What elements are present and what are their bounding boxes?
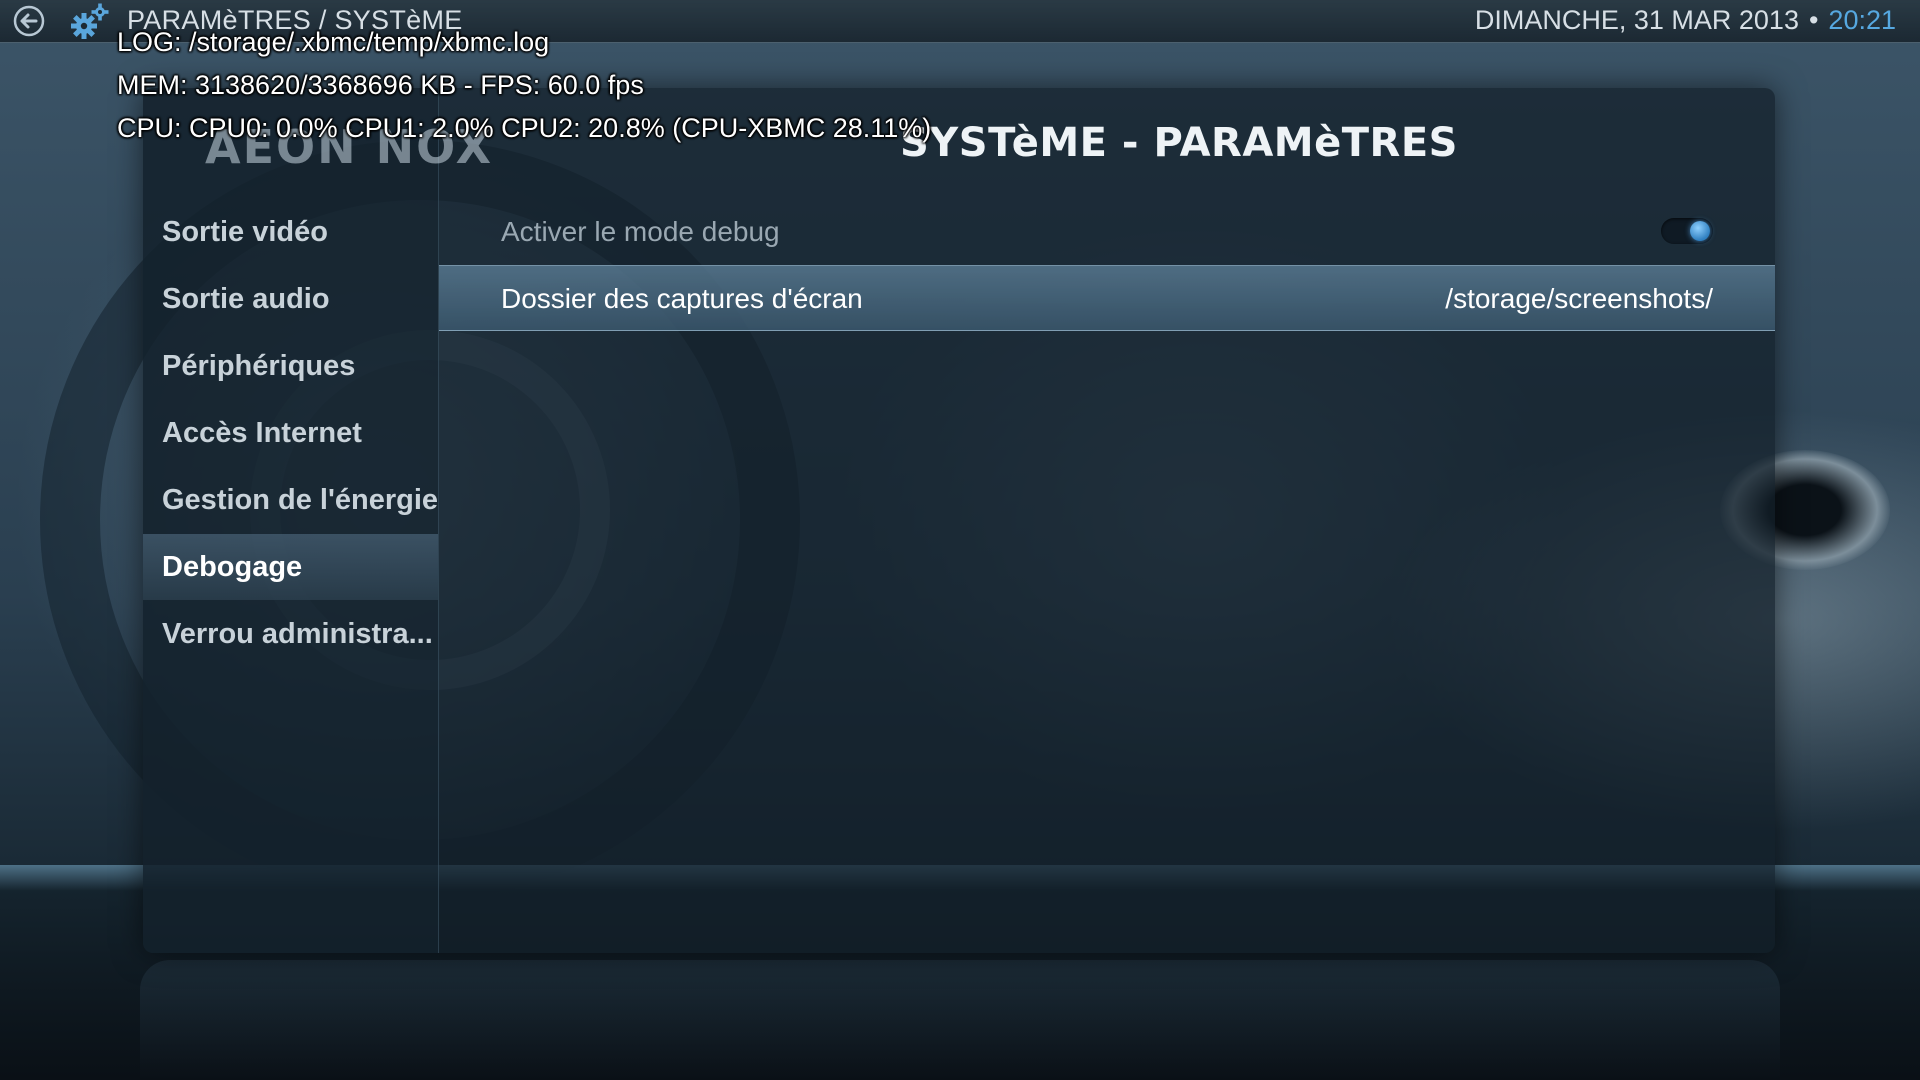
panel-reflection: [140, 960, 1780, 1080]
back-arrow-icon[interactable]: [12, 4, 46, 38]
date-time: DIMANCHE, 31 MAR 2013 • 20:21: [1475, 5, 1896, 36]
setting-screenshot-folder[interactable]: Dossier des captures d'écran /storage/sc…: [439, 265, 1775, 331]
sidebar-item-admin-lock[interactable]: Verrou administra...: [143, 601, 438, 667]
toggle-knob: [1690, 221, 1710, 241]
separator-dot: •: [1808, 5, 1819, 35]
sidebar-item-debugging[interactable]: Debogage: [143, 534, 438, 600]
gear-icon: [71, 3, 109, 39]
sidebar-item-power-management[interactable]: Gestion de l'énergie: [143, 467, 438, 533]
debug-cpu-usage: CPU: CPU0: 0.0% CPU1: 2.0% CPU2: 20.8% (…: [117, 113, 932, 143]
clock-time: 20:21: [1828, 5, 1896, 35]
sidebar-item-peripherals[interactable]: Périphériques: [143, 333, 438, 399]
debug-log-path: LOG: /storage/.xbmc/temp/xbmc.log: [117, 27, 550, 57]
date-label: DIMANCHE, 31 MAR 2013: [1474, 5, 1799, 35]
setting-label: Activer le mode debug: [501, 216, 780, 247]
panel-title: SYSTèME - PARAMèTRES: [900, 120, 1458, 166]
sidebar-item-video-output[interactable]: Sortie vidéo: [143, 199, 438, 265]
setting-value: /storage/screenshots/: [1445, 283, 1713, 314]
setting-label: Dossier des captures d'écran: [501, 283, 863, 314]
debug-memory-fps: MEM: 3138620/3368696 KB - FPS: 60.0 fps: [117, 70, 644, 100]
setting-debug-mode[interactable]: Activer le mode debug: [439, 199, 1775, 265]
sidebar-item-internet-access[interactable]: Accès Internet: [143, 400, 438, 466]
sidebar-item-audio-output[interactable]: Sortie audio: [143, 266, 438, 332]
debug-toggle[interactable]: [1661, 218, 1713, 244]
